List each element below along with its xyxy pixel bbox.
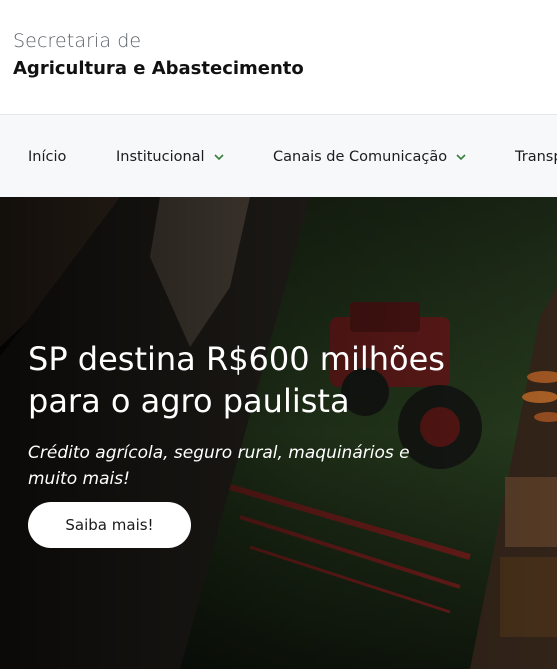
hero-background-image: [0, 197, 557, 669]
chevron-down-icon: [213, 151, 225, 163]
hero-subtitle: Crédito agrícola, seguro rural, maquinár…: [28, 443, 410, 489]
nav-item-label: Canais de Comunicação: [273, 149, 448, 165]
hero-title: SP destina R$600 milhões para o agro pau…: [28, 340, 445, 420]
nav-item-institucional[interactable]: Institucional: [116, 149, 225, 165]
nav-item-label: Transp: [515, 149, 557, 165]
brand-line-1[interactable]: Secretaria de: [13, 30, 141, 52]
nav-item-label: Institucional: [116, 149, 205, 165]
hero-banner: SP destina R$600 milhões para o agro pau…: [0, 197, 557, 669]
nav-item-label: Início: [28, 149, 67, 165]
brand-line-2[interactable]: Agricultura e Abastecimento: [13, 58, 304, 79]
chevron-down-icon: [455, 151, 467, 163]
nav-item-canais[interactable]: Canais de Comunicação: [273, 149, 467, 165]
saiba-mais-button[interactable]: Saiba mais!: [28, 502, 191, 548]
site-header: Secretaria de Agricultura e Abasteciment…: [0, 0, 557, 115]
nav-item-inicio[interactable]: Início: [28, 149, 66, 165]
nav-item-transparencia[interactable]: Transp: [515, 149, 557, 165]
main-nav: Início Institucional Canais de Comunicaç…: [0, 115, 557, 197]
